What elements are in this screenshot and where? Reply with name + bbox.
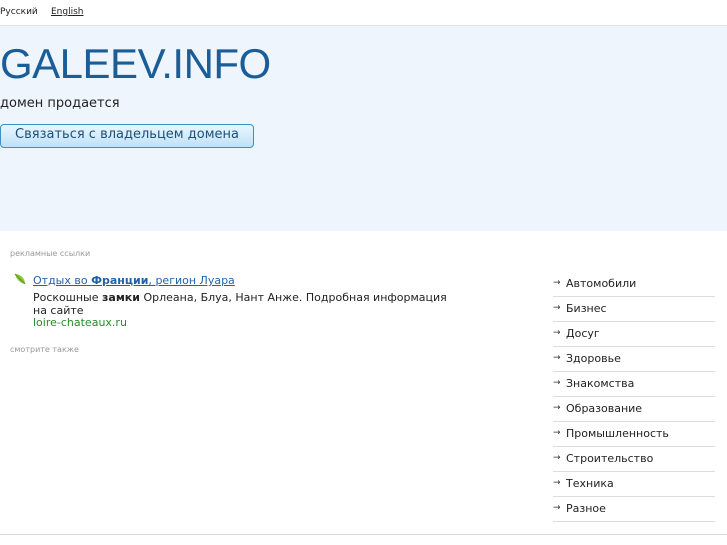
category-link[interactable]: → Досуг (553, 322, 715, 347)
category-label: Техника (566, 477, 614, 490)
category-list: → Автомобили → Бизнес → Досуг → Здоровье → Знаком… (553, 272, 715, 522)
contact-owner-button[interactable]: Связаться с владельцем домена (0, 124, 254, 148)
arrow-right-icon: → (553, 428, 561, 438)
see-also-label: смотрите также (10, 345, 79, 354)
ads-label: рекламные ссылки (10, 249, 91, 258)
lang-russian[interactable]: Русский (0, 7, 38, 17)
arrow-right-icon: → (553, 478, 561, 488)
arrow-right-icon: → (553, 378, 561, 388)
category-link[interactable]: → Знакомства (553, 372, 715, 397)
category-label: Знакомства (566, 377, 635, 390)
category-link[interactable]: → Разное (553, 497, 715, 522)
hero-banner: GALEEV.INFO домен продается Связаться с … (0, 26, 727, 231)
category-label: Образование (566, 402, 643, 415)
category-label: Промышленность (566, 427, 669, 440)
language-bar: Русский English (0, 0, 727, 26)
category-link[interactable]: → Строительство (553, 447, 715, 472)
category-link[interactable]: → Образование (553, 397, 715, 422)
category-label: Досуг (566, 327, 600, 340)
domain-for-sale-text: домен продается (0, 96, 120, 111)
ad-description: Роскошные замки Орлеана, Блуа, Нант Анже… (33, 291, 447, 317)
ad-title-link[interactable]: Отдых во Франции, регион Луара (33, 274, 235, 287)
category-label: Разное (566, 502, 606, 515)
arrow-right-icon: → (553, 353, 561, 363)
lang-english-link[interactable]: English (51, 7, 84, 17)
arrow-right-icon: → (553, 503, 561, 513)
arrow-right-icon: → (553, 453, 561, 463)
domain-title: GALEEV.INFO (0, 40, 271, 87)
category-label: Строительство (566, 452, 654, 465)
category-link[interactable]: → Техника (553, 472, 715, 497)
arrow-right-icon: → (553, 403, 561, 413)
leaf-icon (14, 273, 26, 285)
category-label: Здоровье (566, 352, 621, 365)
category-label: Бизнес (566, 302, 607, 315)
category-link[interactable]: → Бизнес (553, 297, 715, 322)
arrow-right-icon: → (553, 328, 561, 338)
category-link[interactable]: → Автомобили (553, 272, 715, 297)
arrow-right-icon: → (553, 278, 561, 288)
ad-url-link[interactable]: loire-chateaux.ru (33, 316, 127, 329)
category-link[interactable]: → Здоровье (553, 347, 715, 372)
category-label: Автомобили (566, 277, 637, 290)
arrow-right-icon: → (553, 303, 561, 313)
category-link[interactable]: → Промышленность (553, 422, 715, 447)
footer-divider (0, 534, 727, 535)
